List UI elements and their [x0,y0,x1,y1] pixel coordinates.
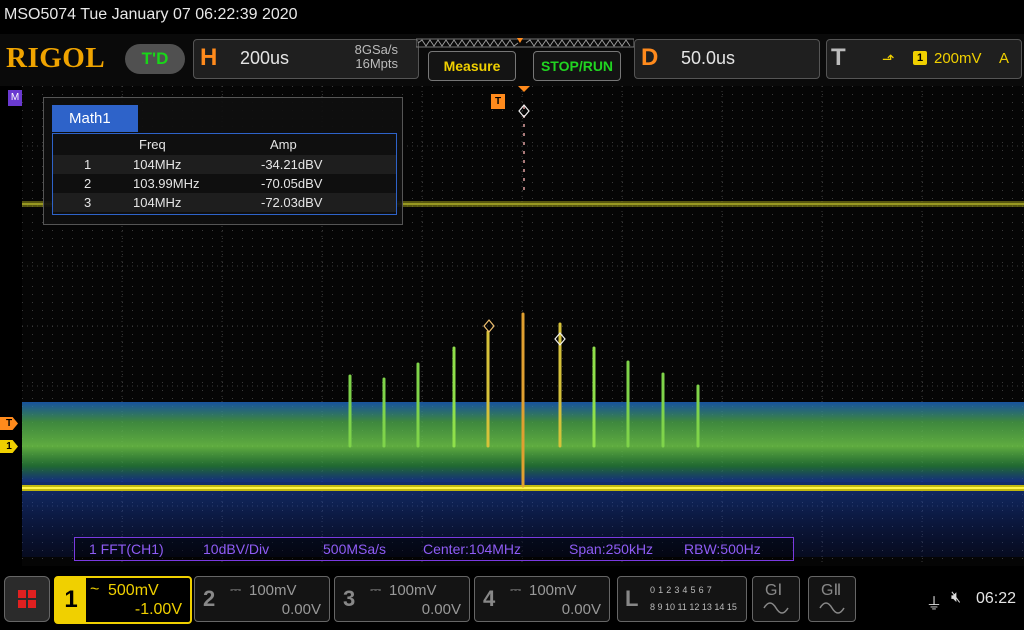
fft-info-bar[interactable]: 1 FFT(CH1) 10dBV/Div 500MSa/s Center:104… [74,537,794,561]
channel-2-offset: 0.00V [281,601,321,618]
trigger-level-value: 200mV [934,50,982,67]
dc-coupling-icon: ⎓ [370,581,382,597]
generator-2-button[interactable]: GⅡ [808,576,856,622]
timebase-value: 200us [240,48,290,68]
ch1-offset-marker[interactable]: 1 [0,440,18,453]
row-freq: 103.99MHz [133,176,200,191]
channel-4-number: 4 [483,586,496,611]
channel-1-box[interactable]: 1 ~ 500mV -1.00V [54,576,192,624]
channel-1-number: 1 [56,578,86,622]
row-freq: 104MHz [133,195,182,210]
channel-4-box[interactable]: 4 ⎓ 100mV 0.00V [474,576,610,622]
delay-value: 50.0us [681,48,736,68]
channel-2-box[interactable]: 2 ⎓ 100mV 0.00V [194,576,330,622]
td-mode-badge[interactable]: T'D [125,44,185,74]
trigger-position-indicator-icon [517,38,523,43]
stop-run-button[interactable]: STOP/RUN [533,51,621,81]
logic-channels-row2: 8 9 10 11 12 13 14 15 [650,602,737,612]
channel-3-number: 3 [343,586,356,611]
logic-channels-row1: 0 1 2 3 4 5 6 7 [650,585,713,595]
row-freq: 104MHz [133,157,182,172]
table-row: 2 103.99MHz -70.05dBV [53,174,396,193]
menu-grid-icon [18,590,36,608]
channel-2-number: 2 [203,586,216,611]
sine-wave-icon [763,602,789,614]
trigger-level-marker[interactable]: T [0,417,18,430]
channel-3-scale: 100mV [389,582,437,599]
fft-rate: 500MSa/s [323,541,387,557]
channel-1-offset: -1.00V [134,601,182,618]
status-line: MSO5074 Tue January 07 06:22:39 2020 [4,6,298,23]
generator-1-button[interactable]: GⅠ [752,576,800,622]
dc-coupling-icon: ⎓ [510,581,522,597]
menu-button[interactable] [4,576,50,622]
memory-depth: 16Mpts [355,56,398,71]
trigger-position-bar [416,38,634,48]
row-index: 2 [84,176,92,191]
channel-3-box[interactable]: 3 ⎓ 100mV 0.00V [334,576,470,622]
system-clock: 06:22 [976,590,1017,607]
row-amp: -70.05dBV [261,176,323,191]
fft-source: 1 FFT(CH1) [89,541,164,557]
channel-1-scale: 500mV [108,582,159,599]
peak-table-header: Freq Amp [53,135,396,154]
amp-column-header: Amp [270,137,297,152]
generator-2-label: GⅡ [821,582,842,599]
ac-coupling-icon: ~ [90,581,100,598]
freq-column-header: Freq [139,137,166,152]
channel-3-offset: 0.00V [421,601,461,618]
logic-analyzer-box[interactable]: L 0 1 2 3 4 5 6 7 8 9 10 11 12 13 14 15 [617,576,747,622]
fft-span: Span:250kHz [569,541,654,557]
channel-4-offset: 0.00V [561,601,601,618]
row-amp: -34.21dBV [261,157,323,172]
trigger-mode-value: A [999,50,1010,67]
dc-coupling-icon: ⎓ [230,581,242,597]
fft-center: Center:104MHz [423,541,522,557]
math1-tab[interactable]: Math1 [52,105,138,132]
table-row: 1 104MHz -34.21dBV [53,155,396,174]
math-channel-marker[interactable]: M [8,90,22,106]
sample-info: 8GSa/s 16Mpts [342,43,398,71]
fft-scale: 10dBV/Div [203,541,270,557]
usb-icon: ⏚ [926,596,943,613]
delay-label: D [641,44,659,71]
logic-label: L [625,586,639,611]
row-index: 1 [84,157,92,172]
trigger-label: T [831,44,846,71]
channel-2-scale: 100mV [249,582,297,599]
rising-edge-icon: ⬏ [882,51,895,68]
channel-4-scale: 100mV [529,582,577,599]
row-index: 3 [84,195,92,210]
rigol-logo: RIGOL [6,42,106,74]
trigger-source-badge: 1 [913,51,927,65]
row-amp: -72.03dBV [261,195,323,210]
horizontal-label: H [200,44,218,71]
fft-rbw: RBW:500Hz [684,541,761,557]
peak-table: Freq Amp 1 104MHz -34.21dBV 2 103.99MHz … [52,133,397,215]
sample-rate: 8GSa/s [354,42,398,57]
sine-wave-icon [819,602,845,614]
table-row: 3 104MHz -72.03dBV [53,193,396,212]
trigger-position-marker[interactable]: T [491,94,505,109]
generator-1-label: GⅠ [765,582,783,599]
speaker-muted-icon[interactable]: 🔇︎ [951,589,961,607]
measure-button[interactable]: Measure [428,51,516,81]
